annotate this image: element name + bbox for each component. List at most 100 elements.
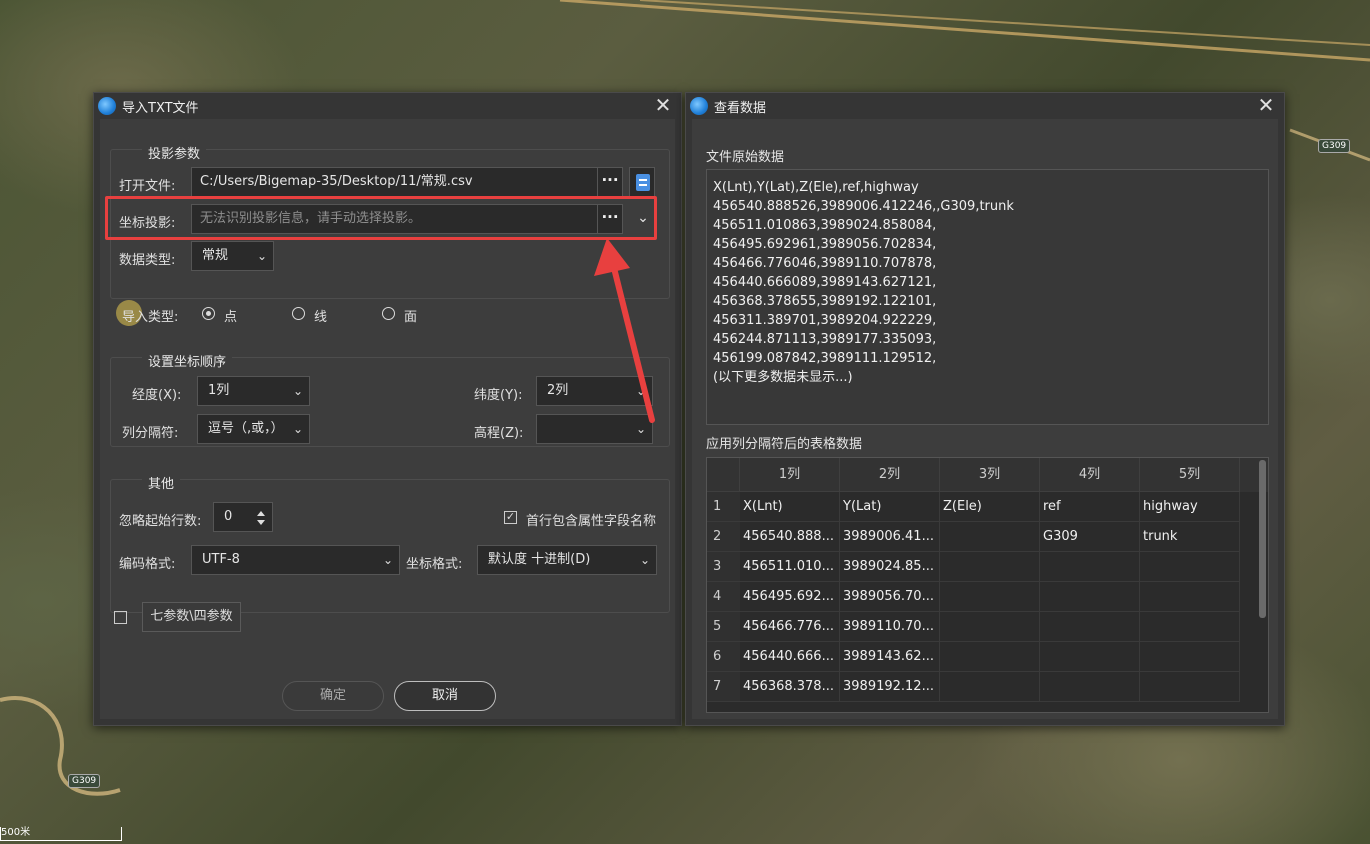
elevation-column-select[interactable]: ⌄ — [536, 414, 653, 444]
table-cell[interactable]: 3989024.85... — [840, 552, 940, 582]
table-cell[interactable]: highway — [1140, 492, 1240, 522]
import-type-line-label[interactable]: 线 — [314, 306, 327, 325]
table-row[interactable]: 6 456440.666... 3989143.62... — [707, 642, 1256, 672]
table-column-header[interactable]: 1列 — [740, 458, 840, 492]
table-row[interactable]: 5 456466.776... 3989110.70... — [707, 612, 1256, 642]
table-cell[interactable]: Z(Ele) — [940, 492, 1040, 522]
import-type-point-label[interactable]: 点 — [224, 306, 237, 325]
browse-file-button[interactable]: ··· — [597, 167, 623, 197]
table-column-header[interactable]: 2列 — [840, 458, 940, 492]
encoding-select[interactable]: UTF-8 ⌄ — [191, 545, 400, 575]
longitude-column-select[interactable]: 1列 ⌄ — [197, 376, 310, 406]
table-column-header[interactable]: 3列 — [940, 458, 1040, 492]
table-row[interactable]: 2 456540.888... 3989006.41... G309 trunk — [707, 522, 1256, 552]
table-cell[interactable] — [1040, 582, 1140, 612]
table-cell[interactable] — [1040, 612, 1140, 642]
raw-data-line: 456244.871113,3989177.335093, — [713, 332, 937, 347]
data-type-select[interactable]: 常规 ⌄ — [191, 241, 274, 271]
raw-data-line: 456540.888526,3989006.412246,,G309,trunk — [713, 199, 1014, 214]
row-number: 1 — [707, 492, 740, 522]
latitude-column-select[interactable]: 2列 ⌄ — [536, 376, 653, 406]
table-cell[interactable] — [1140, 642, 1240, 672]
table-cell[interactable] — [940, 582, 1040, 612]
table-cell[interactable]: 3989056.70... — [840, 582, 940, 612]
table-cell[interactable]: 456511.010... — [740, 552, 840, 582]
skip-rows-spinbox[interactable]: 0 — [213, 502, 273, 532]
table-cell[interactable] — [1140, 552, 1240, 582]
table-cell[interactable] — [940, 552, 1040, 582]
table-row[interactable]: 4 456495.692... 3989056.70... — [707, 582, 1256, 612]
table-cell[interactable]: Y(Lat) — [840, 492, 940, 522]
table-data-grid[interactable]: 1列 2列 3列 4列 5列 1 X(Lnt) Y(Lat) Z(Ele) re… — [706, 457, 1269, 713]
separator-select[interactable]: 逗号（,或，） ⌄ — [197, 414, 310, 444]
spin-down-icon[interactable] — [257, 520, 265, 525]
table-cell[interactable] — [940, 642, 1040, 672]
table-cell[interactable]: trunk — [1140, 522, 1240, 552]
table-cell[interactable]: 456540.888... — [740, 522, 840, 552]
table-row[interactable]: 3 456511.010... 3989024.85... — [707, 552, 1256, 582]
row-number: 4 — [707, 582, 740, 612]
table-cell[interactable] — [1040, 642, 1140, 672]
table-cell[interactable]: 456495.692... — [740, 582, 840, 612]
import-type-point-radio[interactable] — [202, 307, 215, 320]
import-dialog-titlebar[interactable]: 导入TXT文件 ✕ — [94, 93, 681, 119]
table-cell[interactable]: 456440.666... — [740, 642, 840, 672]
highway-line — [639, 0, 1370, 46]
table-cell[interactable]: 3989006.41... — [840, 522, 940, 552]
latitude-column-value: 2列 — [547, 383, 569, 398]
chevron-down-icon: ⌄ — [292, 422, 303, 436]
open-file-path-field[interactable]: C:/Users/Bigemap-35/Desktop/11/常规.csv — [191, 167, 598, 197]
view-dialog-titlebar[interactable]: 查看数据 ✕ — [686, 93, 1284, 119]
header-row-checkbox[interactable]: ✓ — [504, 511, 517, 524]
close-icon[interactable]: ✕ — [1256, 95, 1276, 116]
dialog-title: 查看数据 — [714, 100, 767, 116]
elevation-label: 高程(Z): — [474, 426, 524, 441]
seven-param-checkbox[interactable] — [114, 611, 127, 624]
header-row-checkbox-label[interactable]: 首行包含属性字段名称 — [526, 510, 656, 529]
table-cell[interactable] — [1040, 672, 1140, 702]
chevron-down-icon: ⌄ — [635, 384, 646, 398]
raw-data-line: X(Lnt),Y(Lat),Z(Ele),ref,highway — [713, 180, 919, 195]
table-cell[interactable]: X(Lnt) — [740, 492, 840, 522]
import-type-polygon-radio[interactable] — [382, 307, 395, 320]
table-cell[interactable] — [940, 612, 1040, 642]
table-cell[interactable] — [1140, 612, 1240, 642]
table-cell[interactable]: 456466.776... — [740, 612, 840, 642]
annotation-highlight-box — [105, 196, 657, 240]
raw-data-line: 456466.776046,3989110.707878, — [713, 256, 937, 271]
table-cell[interactable]: ref — [1040, 492, 1140, 522]
view-data-button[interactable] — [629, 167, 655, 197]
table-cell[interactable] — [940, 672, 1040, 702]
table-row[interactable]: 7 456368.378... 3989192.12... — [707, 672, 1256, 702]
table-cell[interactable] — [1040, 552, 1140, 582]
raw-data-line: 456495.692961,3989056.702834, — [713, 237, 937, 252]
raw-data-line: 456440.666089,3989143.627121, — [713, 275, 937, 290]
import-type-polygon-label[interactable]: 面 — [404, 306, 417, 325]
coord-format-select[interactable]: 默认度 十进制(D) ⌄ — [477, 545, 657, 575]
import-type-line-radio[interactable] — [292, 307, 305, 320]
cancel-button[interactable]: 取消 — [394, 681, 496, 711]
raw-data-textbox[interactable]: X(Lnt),Y(Lat),Z(Ele),ref,highway 456540.… — [706, 169, 1269, 425]
table-cell[interactable]: 3989192.12... — [840, 672, 940, 702]
table-cell[interactable] — [940, 522, 1040, 552]
table-cell[interactable]: 3989110.70... — [840, 612, 940, 642]
other-group-title: 其他 — [142, 473, 181, 492]
coord-format-label: 坐标格式: — [406, 557, 463, 572]
spin-up-icon[interactable] — [257, 511, 265, 516]
table-cell[interactable] — [1140, 672, 1240, 702]
table-column-header[interactable]: 5列 — [1140, 458, 1240, 492]
table-cell[interactable] — [1140, 582, 1240, 612]
table-scrollbar[interactable] — [1259, 460, 1266, 618]
coord-order-group-title: 设置坐标顺序 — [142, 351, 233, 370]
chevron-down-icon: ⌄ — [639, 553, 650, 567]
scale-text: 500米 — [1, 827, 31, 838]
table-cell[interactable]: G309 — [1040, 522, 1140, 552]
table-row[interactable]: 1 X(Lnt) Y(Lat) Z(Ele) ref highway — [707, 492, 1256, 522]
table-cell[interactable]: 456368.378... — [740, 672, 840, 702]
seven-param-button[interactable]: 七参数\四参数 — [142, 602, 241, 632]
ok-button[interactable]: 确定 — [282, 681, 384, 711]
table-cell[interactable]: 3989143.62... — [840, 642, 940, 672]
chevron-down-icon: ⌄ — [635, 422, 646, 436]
close-icon[interactable]: ✕ — [653, 95, 673, 116]
table-column-header[interactable]: 4列 — [1040, 458, 1140, 492]
